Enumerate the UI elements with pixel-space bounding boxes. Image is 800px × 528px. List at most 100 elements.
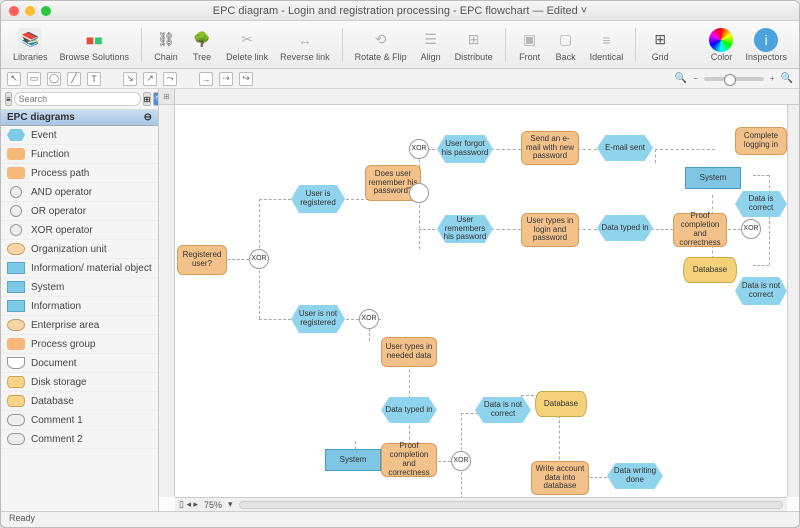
xor-2[interactable]: XOR <box>409 139 429 159</box>
ruler-corner: ⊞ <box>159 89 175 105</box>
node-data-not-correct1[interactable]: Data is not correct <box>735 277 787 305</box>
node-data-typed2[interactable]: Data typed in <box>381 397 437 423</box>
tool-conn1[interactable]: ↘ <box>123 72 137 86</box>
library-item-label: Database <box>31 396 74 407</box>
node-user-not-registered[interactable]: User is not registered <box>291 305 345 333</box>
vertical-scrollbar[interactable] <box>787 105 799 497</box>
tree-button[interactable]: 🌳Tree <box>186 26 218 64</box>
library-item[interactable]: Function <box>1 145 158 164</box>
node-system2[interactable]: System <box>325 449 381 471</box>
node-proof2[interactable]: Proof completion and correctness <box>381 443 437 477</box>
rrect-icon <box>7 148 25 160</box>
view-button[interactable]: ⊞ <box>143 92 152 106</box>
xor-4[interactable]: XOR <box>359 309 379 329</box>
library-header[interactable]: EPC diagrams⊖ <box>1 110 158 126</box>
xor-2[interactable] <box>409 183 429 203</box>
library-item[interactable]: AND operator <box>1 183 158 202</box>
node-user-registered[interactable]: User is registered <box>291 185 345 213</box>
library-item[interactable]: Comment 2 <box>1 430 158 449</box>
libraries-button[interactable]: 📚Libraries <box>9 26 52 64</box>
library-item[interactable]: System <box>1 278 158 297</box>
node-send-email[interactable]: Send an e-mail with new password <box>521 131 579 165</box>
tool-conn3[interactable]: ⤳ <box>163 72 177 86</box>
zoom-dropdown-icon[interactable]: ▾ <box>228 499 233 510</box>
node-writing-done[interactable]: Data writing done <box>607 463 663 489</box>
library-item-label: XOR operator <box>31 225 93 236</box>
align-button[interactable]: ☰Align <box>415 26 447 64</box>
node-remembers[interactable]: User remembers his pasword <box>437 215 493 243</box>
cloud-icon <box>7 433 25 445</box>
node-types-login[interactable]: User types in login and password <box>521 213 579 247</box>
titlebar: EPC diagram - Login and registration pro… <box>1 1 799 21</box>
distribute-button[interactable]: ⊞Distribute <box>451 26 497 64</box>
rotate-flip-button[interactable]: ⟲Rotate & Flip <box>351 26 411 64</box>
zoom-in-icon[interactable]: 🔍 <box>781 73 793 84</box>
library-item[interactable]: Comment 1 <box>1 411 158 430</box>
reverse-link-button[interactable]: ↔Reverse link <box>276 26 334 64</box>
library-item[interactable]: Event <box>1 126 158 145</box>
node-database2[interactable]: Database <box>535 391 587 417</box>
xor-3[interactable]: XOR <box>741 219 761 239</box>
library-item[interactable]: Enterprise area <box>1 316 158 335</box>
tool-ellipse[interactable]: ◯ <box>47 72 61 86</box>
tool-pointer[interactable]: ↖ <box>7 72 21 86</box>
identical-button[interactable]: ≡Identical <box>586 26 628 64</box>
rrect-icon <box>7 338 25 350</box>
search-input[interactable] <box>14 92 141 106</box>
library-item-label: Information <box>31 301 81 312</box>
node-data-typed[interactable]: Data typed in <box>597 215 653 241</box>
zoom-out-icon[interactable]: 🔍 <box>675 73 687 84</box>
node-system1[interactable]: System <box>685 167 741 189</box>
node-proof1[interactable]: Proof completion and correctness <box>673 213 727 247</box>
main-toolbar: 📚Libraries ■■Browse Solutions ⛓Chain 🌳Tr… <box>1 21 799 69</box>
node-data-not-correct2[interactable]: Data is not correct <box>475 397 531 423</box>
tool-arrow1[interactable]: → <box>199 72 213 86</box>
front-button[interactable]: ▣Front <box>514 26 546 64</box>
library-item[interactable]: OR operator <box>1 202 158 221</box>
library-item-label: Organization unit <box>31 244 107 255</box>
library-item[interactable]: XOR operator <box>1 221 158 240</box>
zoom-slider[interactable] <box>704 77 764 81</box>
library-item-label: AND operator <box>31 187 92 198</box>
node-data-correct[interactable]: Data is correct <box>735 191 787 217</box>
delete-link-button[interactable]: ✂Delete link <box>222 26 272 64</box>
tool-conn2[interactable]: ↗ <box>143 72 157 86</box>
tool-text[interactable]: T <box>87 72 101 86</box>
library-item[interactable]: Disk storage <box>1 373 158 392</box>
back-button[interactable]: ▢Back <box>550 26 582 64</box>
node-write-acct[interactable]: Write account data into database <box>531 461 589 495</box>
collapse-icon[interactable]: ⊖ <box>144 112 152 123</box>
node-types-needed[interactable]: User types in needed data <box>381 337 437 367</box>
xor-5[interactable]: XOR <box>451 451 471 471</box>
filter-button[interactable]: ≡ <box>5 92 12 106</box>
inspectors-button[interactable]: iInspectors <box>741 26 791 64</box>
browse-solutions-button[interactable]: ■■Browse Solutions <box>56 26 134 64</box>
grid-button[interactable]: ⊞Grid <box>644 26 676 64</box>
chain-button[interactable]: ⛓Chain <box>150 26 182 64</box>
library-item[interactable]: Database <box>1 392 158 411</box>
library-item[interactable]: Information <box>1 297 158 316</box>
library-item[interactable]: Process path <box>1 164 158 183</box>
node-forgot[interactable]: User forgot his password <box>437 135 493 163</box>
tool-arrow2[interactable]: ⇢ <box>219 72 233 86</box>
node-complete-login[interactable]: Complete logging in <box>735 127 787 155</box>
library-item-label: Process group <box>31 339 95 350</box>
library-item[interactable]: Organization unit <box>1 240 158 259</box>
library-item[interactable]: Process group <box>1 335 158 354</box>
node-registered-user[interactable]: Registered user? <box>177 245 227 275</box>
tool-arrow3[interactable]: ↪ <box>239 72 253 86</box>
oval-icon <box>7 243 25 255</box>
tool-line[interactable]: ╱ <box>67 72 81 86</box>
color-button[interactable]: Color <box>705 26 737 64</box>
library-item[interactable]: Document <box>1 354 158 373</box>
library-item[interactable]: Information/ material object <box>1 259 158 278</box>
page-nav[interactable]: ▯ ◂ ▸ <box>179 499 198 510</box>
canvas[interactable]: ⊞ <box>159 89 799 511</box>
xor-1[interactable]: XOR <box>249 249 269 269</box>
tool-rect[interactable]: ▭ <box>27 72 41 86</box>
horizontal-scrollbar[interactable]: ▯ ◂ ▸ 75% ▾ <box>175 497 787 511</box>
library-item-label: Enterprise area <box>31 320 99 331</box>
node-email-sent[interactable]: E-mail sent <box>597 135 653 161</box>
ruler-vertical <box>159 105 175 497</box>
node-database1[interactable]: Database <box>683 257 737 283</box>
